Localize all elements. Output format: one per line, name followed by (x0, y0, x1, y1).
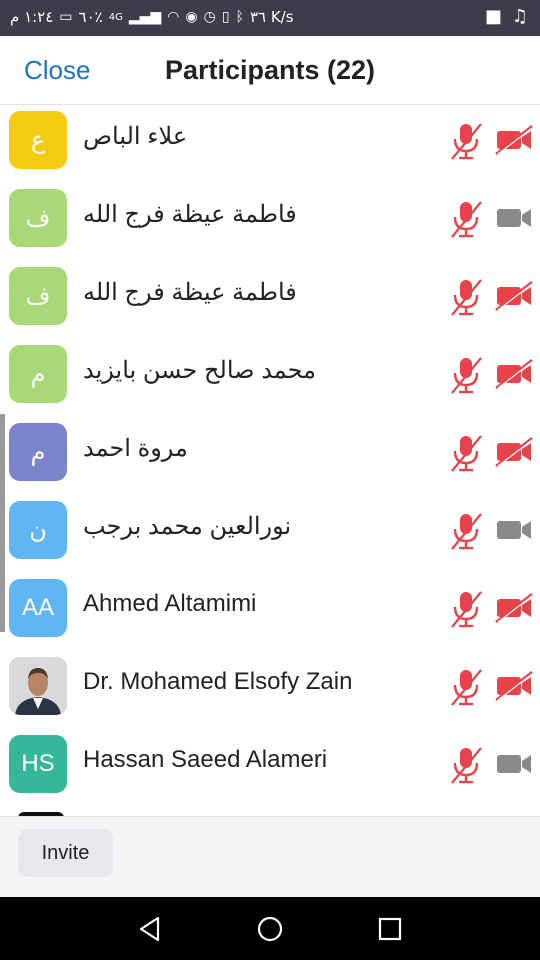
status-bar: ١:٢٤ م ▭ ٦٠٪ 4G ▂▄▆ ◠ ◉ ◷ ▯ ᛒ ٣٦ K/s ■ ♫ (0, 0, 540, 36)
video-icon[interactable] (495, 748, 533, 780)
participant-name: فاطمة عيظة فرج الله (83, 279, 297, 306)
participant-row[interactable]: م محمد صالح حسن بايزيد (0, 338, 540, 416)
bluetooth-icon: ᛒ (235, 9, 244, 25)
participant-name: نورالعين محمد برجب (83, 513, 292, 540)
participant-row[interactable]: ف فاطمة عيظة فرج الله (0, 182, 540, 260)
participant-list[interactable]: ع علاء الباص ف فاطمة عيظة فرج الله ف فاطمة … (0, 104, 540, 816)
invite-button[interactable]: Invite (18, 829, 113, 877)
mic-muted-icon[interactable] (450, 355, 482, 395)
participant-row[interactable]: ن نورالعين محمد برجب (0, 494, 540, 572)
participant-row[interactable]: ف فاطمة عيظة فرج الله (0, 260, 540, 338)
video-off-icon[interactable] (495, 280, 533, 312)
avatar: HS (9, 735, 67, 793)
vibrate-icon: ▯ (221, 9, 230, 25)
battery-icon: ▭ (59, 9, 73, 25)
video-icon[interactable] (495, 202, 533, 234)
mic-muted-icon[interactable] (450, 199, 482, 239)
signal-icon: ▂▄▆ (128, 9, 162, 25)
eye-icon: ◉ (185, 9, 198, 25)
footer: Invite (0, 816, 540, 898)
mic-muted-icon[interactable] (450, 745, 482, 785)
participant-name: علاء الباص (83, 123, 188, 150)
participant-row[interactable]: HS Hassan Saeed Alameri (0, 728, 540, 806)
back-icon[interactable] (136, 915, 164, 943)
battery-level: ٦٠٪ (78, 8, 103, 26)
mic-muted-icon[interactable] (450, 433, 482, 473)
video-off-icon[interactable] (495, 124, 533, 156)
participant-name: فاطمة عيظة فرج الله (83, 201, 297, 228)
close-button[interactable]: Close (24, 55, 90, 86)
participant-name: Ahmed Altamimi (83, 590, 257, 617)
participant-row[interactable]: م مروة احمد (0, 416, 540, 494)
status-left: ١:٢٤ م ▭ ٦٠٪ 4G ▂▄▆ ◠ ◉ ◷ ▯ ᛒ ٣٦ K/s (10, 8, 294, 26)
avatar: ف (9, 189, 67, 247)
header: Participants (22) Close (0, 36, 540, 105)
scrollbar[interactable] (0, 414, 5, 632)
net-speed: ٣٦ K/s (249, 8, 294, 26)
status-right: ■ ♫ (485, 6, 528, 27)
mic-muted-icon[interactable] (450, 121, 482, 161)
home-icon[interactable] (256, 915, 284, 943)
wifi-icon: ◠ (167, 9, 180, 25)
recents-icon[interactable] (376, 915, 404, 943)
avatar: م (9, 345, 67, 403)
video-off-icon[interactable] (495, 436, 533, 468)
participant-row[interactable]: Dr. Mohamed Elsofy Zain (0, 650, 540, 728)
video-icon[interactable] (495, 514, 533, 546)
video-off-icon[interactable] (495, 592, 533, 624)
participant-name: مروة احمد (83, 435, 188, 462)
network-type: 4G (108, 11, 123, 23)
video-off-icon[interactable] (495, 670, 533, 702)
mic-muted-icon[interactable] (450, 511, 482, 551)
avatar: ع (9, 111, 67, 169)
video-notification-icon: ■ (484, 6, 502, 27)
clock: ١:٢٤ م (10, 8, 54, 26)
mic-muted-icon[interactable] (450, 589, 482, 629)
participant-row[interactable]: ع علاء الباص (0, 104, 540, 182)
music-icon: ♫ (511, 6, 528, 27)
video-off-icon[interactable] (495, 358, 533, 390)
navigation-bar (0, 897, 540, 960)
mic-muted-icon[interactable] (450, 277, 482, 317)
participant-row[interactable]: AA Ahmed Altamimi (0, 572, 540, 650)
alarm-icon: ◷ (203, 9, 216, 25)
participant-name: محمد صالح حسن بايزيد (83, 357, 317, 384)
avatar (9, 657, 67, 715)
participant-name: Hassan Saeed Alameri (83, 746, 328, 773)
avatar: م (9, 423, 67, 481)
avatar: AA (9, 579, 67, 637)
avatar: ف (9, 267, 67, 325)
participant-name: Dr. Mohamed Elsofy Zain (83, 668, 353, 695)
mic-muted-icon[interactable] (450, 667, 482, 707)
avatar: ن (9, 501, 67, 559)
